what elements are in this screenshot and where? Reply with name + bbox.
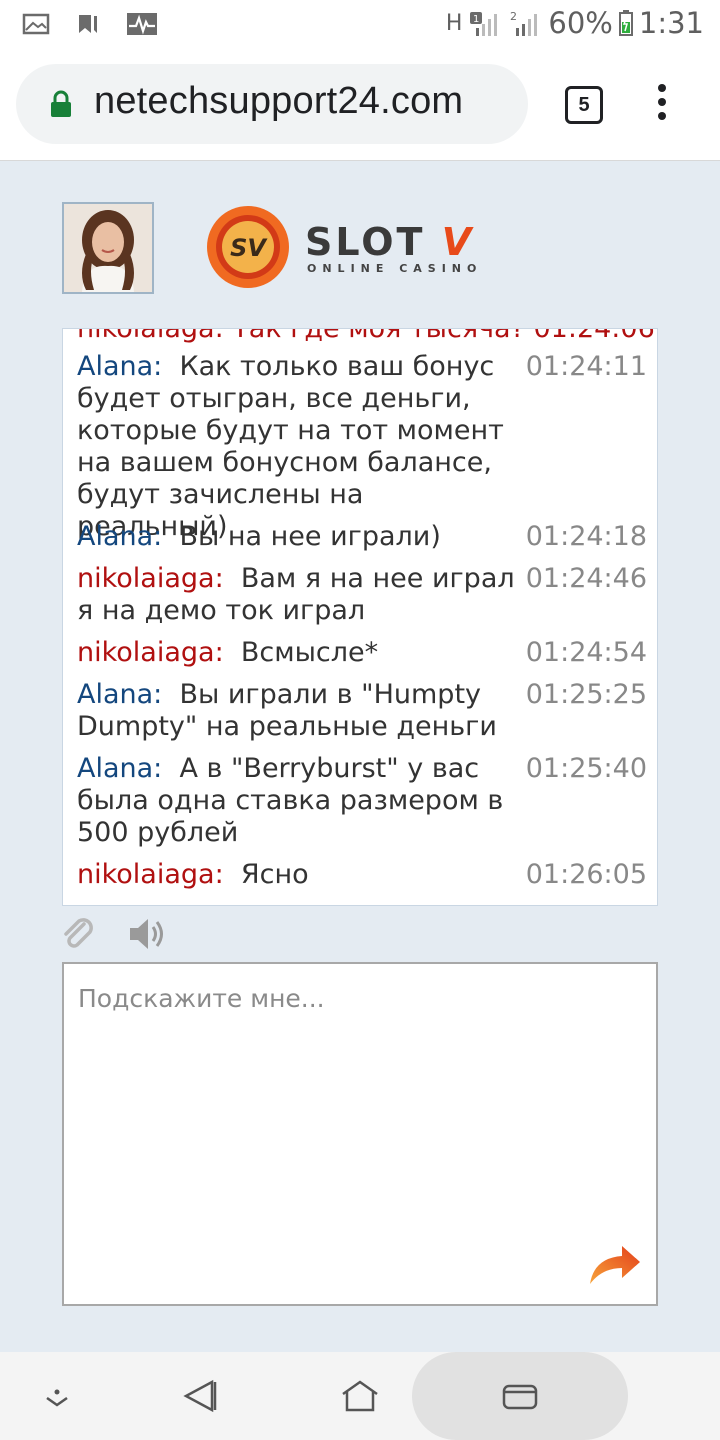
list-item: Alana: Вы играли в "Humpty Dumpty" на ре…	[77, 679, 647, 743]
battery-icon	[618, 10, 633, 36]
list-item: Alana: А в "Berryburst" у вас была одна …	[77, 753, 647, 849]
clock: 1:31	[638, 6, 704, 40]
message-list[interactable]: nikolaiaga: Так где моя тысяча? 01:24:06…	[62, 328, 658, 906]
agent-avatar	[62, 202, 154, 294]
status-bar: H 1 2 60% 1:31	[0, 0, 720, 52]
network-type: H	[445, 10, 463, 36]
message-text: Вы на нее играли)	[179, 521, 441, 552]
message-author: Alana:	[77, 521, 163, 552]
tab-switcher-button[interactable]: 5	[565, 86, 603, 124]
url-text: netechsupport24.com	[94, 80, 464, 122]
activity-icon	[127, 13, 157, 35]
message-text: Ясно	[240, 859, 309, 890]
message-time: 01:24:54	[525, 637, 647, 668]
partial-message-text: nikolaiaga: Так где моя тысяча? 01:24:06	[77, 328, 655, 344]
message-author: nikolaiaga:	[77, 563, 224, 594]
message-input[interactable]: Подскажите мне...	[62, 962, 658, 1306]
back-icon[interactable]	[182, 1378, 218, 1414]
logo-subtitle: ONLINE CASINO	[307, 262, 483, 275]
slotv-logo: SV SLOT V ONLINE CASINO	[205, 204, 525, 290]
image-icon	[22, 13, 50, 35]
message-author: Alana:	[77, 753, 163, 784]
list-item: Alana: Как только ваш бонус будет отыгра…	[77, 351, 647, 543]
signal-icon: 1	[470, 12, 498, 36]
paperclip-icon[interactable]	[60, 916, 96, 952]
logo-wordmark: SLOT V	[305, 220, 475, 264]
svg-text:2: 2	[510, 10, 517, 23]
chat-tools	[60, 914, 180, 954]
svg-text:1: 1	[473, 14, 479, 25]
message-time: 01:24:11	[525, 351, 647, 382]
chevron-down-icon[interactable]	[42, 1388, 72, 1408]
message-author: Alana:	[77, 351, 163, 382]
lock-icon	[51, 90, 71, 117]
address-bar[interactable]: netechsupport24.com	[16, 64, 528, 144]
logo-badge-text: SV	[230, 234, 268, 262]
list-item: nikolaiaga: Ясно 01:26:05	[77, 859, 647, 891]
message-author: Alana:	[77, 679, 163, 710]
message-author: nikolaiaga:	[77, 859, 224, 890]
message-author: nikolaiaga:	[77, 637, 224, 668]
battery-percent: 60%	[548, 6, 613, 40]
message-time: 01:24:46	[525, 563, 647, 594]
input-placeholder: Подскажите мне...	[78, 984, 325, 1013]
list-item: nikolaiaga: Вам я на нее играл я на демо…	[77, 563, 647, 627]
browser-toolbar: netechsupport24.com 5	[0, 52, 720, 161]
bookmark-icon	[79, 15, 97, 33]
message-text: Всмысле*	[240, 637, 379, 668]
list-item: Alana: Вы на нее играли) 01:24:18	[77, 521, 647, 553]
recents-icon[interactable]	[502, 1382, 538, 1412]
system-nav-bar	[0, 1352, 720, 1440]
send-arrow-icon[interactable]	[584, 1240, 644, 1290]
message-time: 01:25:40	[525, 753, 647, 784]
message-time: 01:25:25	[525, 679, 647, 710]
home-icon[interactable]	[340, 1378, 380, 1414]
speaker-icon[interactable]	[128, 916, 168, 952]
signal-icon-2: 2	[510, 10, 538, 36]
message-partial: nikolaiaga: Так где моя тысяча? 01:24:06	[77, 329, 655, 345]
message-time: 01:26:05	[525, 859, 647, 890]
overflow-menu-icon[interactable]	[652, 84, 672, 124]
list-item: nikolaiaga: Всмысле* 01:24:54	[77, 637, 647, 669]
message-time: 01:24:18	[525, 521, 647, 552]
